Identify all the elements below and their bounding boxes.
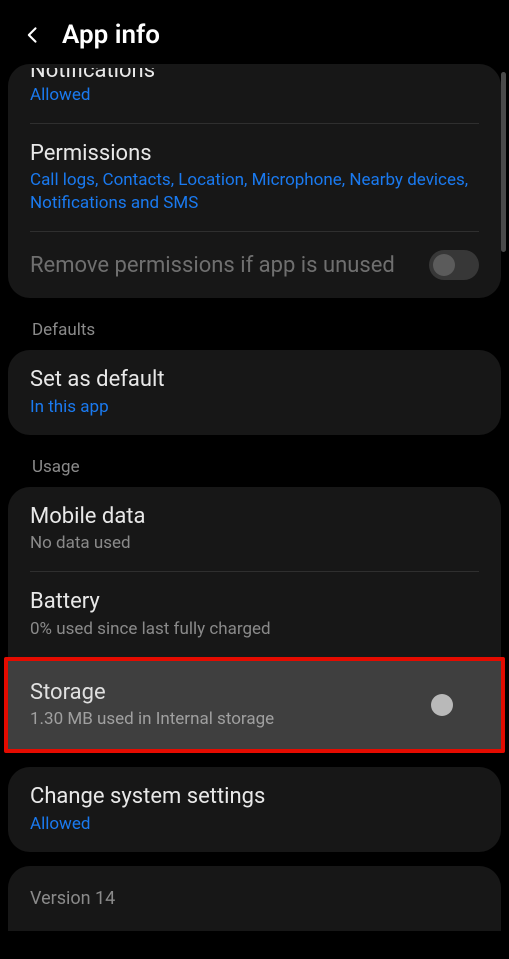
notifications-title: Notifications [30, 68, 479, 82]
back-icon[interactable] [22, 24, 44, 46]
row-permissions[interactable]: Permissions Call logs, Contacts, Locatio… [8, 124, 501, 231]
card-version: Version 14 [8, 866, 501, 931]
permissions-summary: Call logs, Contacts, Location, Microphon… [30, 169, 479, 215]
section-defaults: Defaults [4, 312, 505, 350]
row-remove-unused[interactable]: Remove permissions if app is unused [8, 232, 501, 298]
version-text: Version 14 [30, 888, 479, 909]
toggle-knob [433, 254, 455, 276]
header: App info [0, 0, 509, 64]
row-battery[interactable]: Battery 0% used since last fully charged [8, 572, 501, 656]
row-notifications[interactable]: Notifications Allowed [8, 64, 501, 123]
mobile-data-summary: No data used [30, 532, 479, 555]
remove-unused-title: Remove permissions if app is unused [30, 253, 395, 278]
notifications-status: Allowed [30, 84, 479, 107]
scrollbar[interactable] [501, 72, 506, 252]
card-app-settings: Notifications Allowed Permissions Call l… [8, 64, 501, 298]
storage-highlight: Storage 1.30 MB used in Internal storage [4, 657, 505, 753]
row-storage[interactable]: Storage 1.30 MB used in Internal storage [8, 661, 501, 749]
card-usage-top: Mobile data No data used Battery 0% used… [8, 487, 501, 657]
row-change-system[interactable]: Change system settings Allowed [8, 767, 501, 851]
storage-summary: 1.30 MB used in Internal storage [30, 708, 274, 731]
set-default-title: Set as default [30, 366, 479, 394]
set-default-summary: In this app [30, 396, 479, 419]
touch-indicator-icon [431, 694, 453, 716]
battery-title: Battery [30, 588, 479, 616]
toggle-remove-unused[interactable] [429, 250, 479, 280]
section-usage: Usage [4, 449, 505, 487]
change-system-title: Change system settings [30, 783, 479, 811]
mobile-data-title: Mobile data [30, 503, 479, 531]
storage-title: Storage [30, 679, 274, 707]
row-set-default[interactable]: Set as default In this app [8, 350, 501, 434]
storage-text: Storage 1.30 MB used in Internal storage [30, 679, 274, 731]
permissions-title: Permissions [30, 140, 479, 168]
change-system-status: Allowed [30, 813, 479, 836]
content: Notifications Allowed Permissions Call l… [0, 64, 509, 931]
battery-summary: 0% used since last fully charged [30, 618, 479, 641]
row-mobile-data[interactable]: Mobile data No data used [8, 487, 501, 571]
card-change-system: Change system settings Allowed [8, 767, 501, 851]
card-defaults: Set as default In this app [8, 350, 501, 434]
page-title: App info [62, 20, 160, 50]
